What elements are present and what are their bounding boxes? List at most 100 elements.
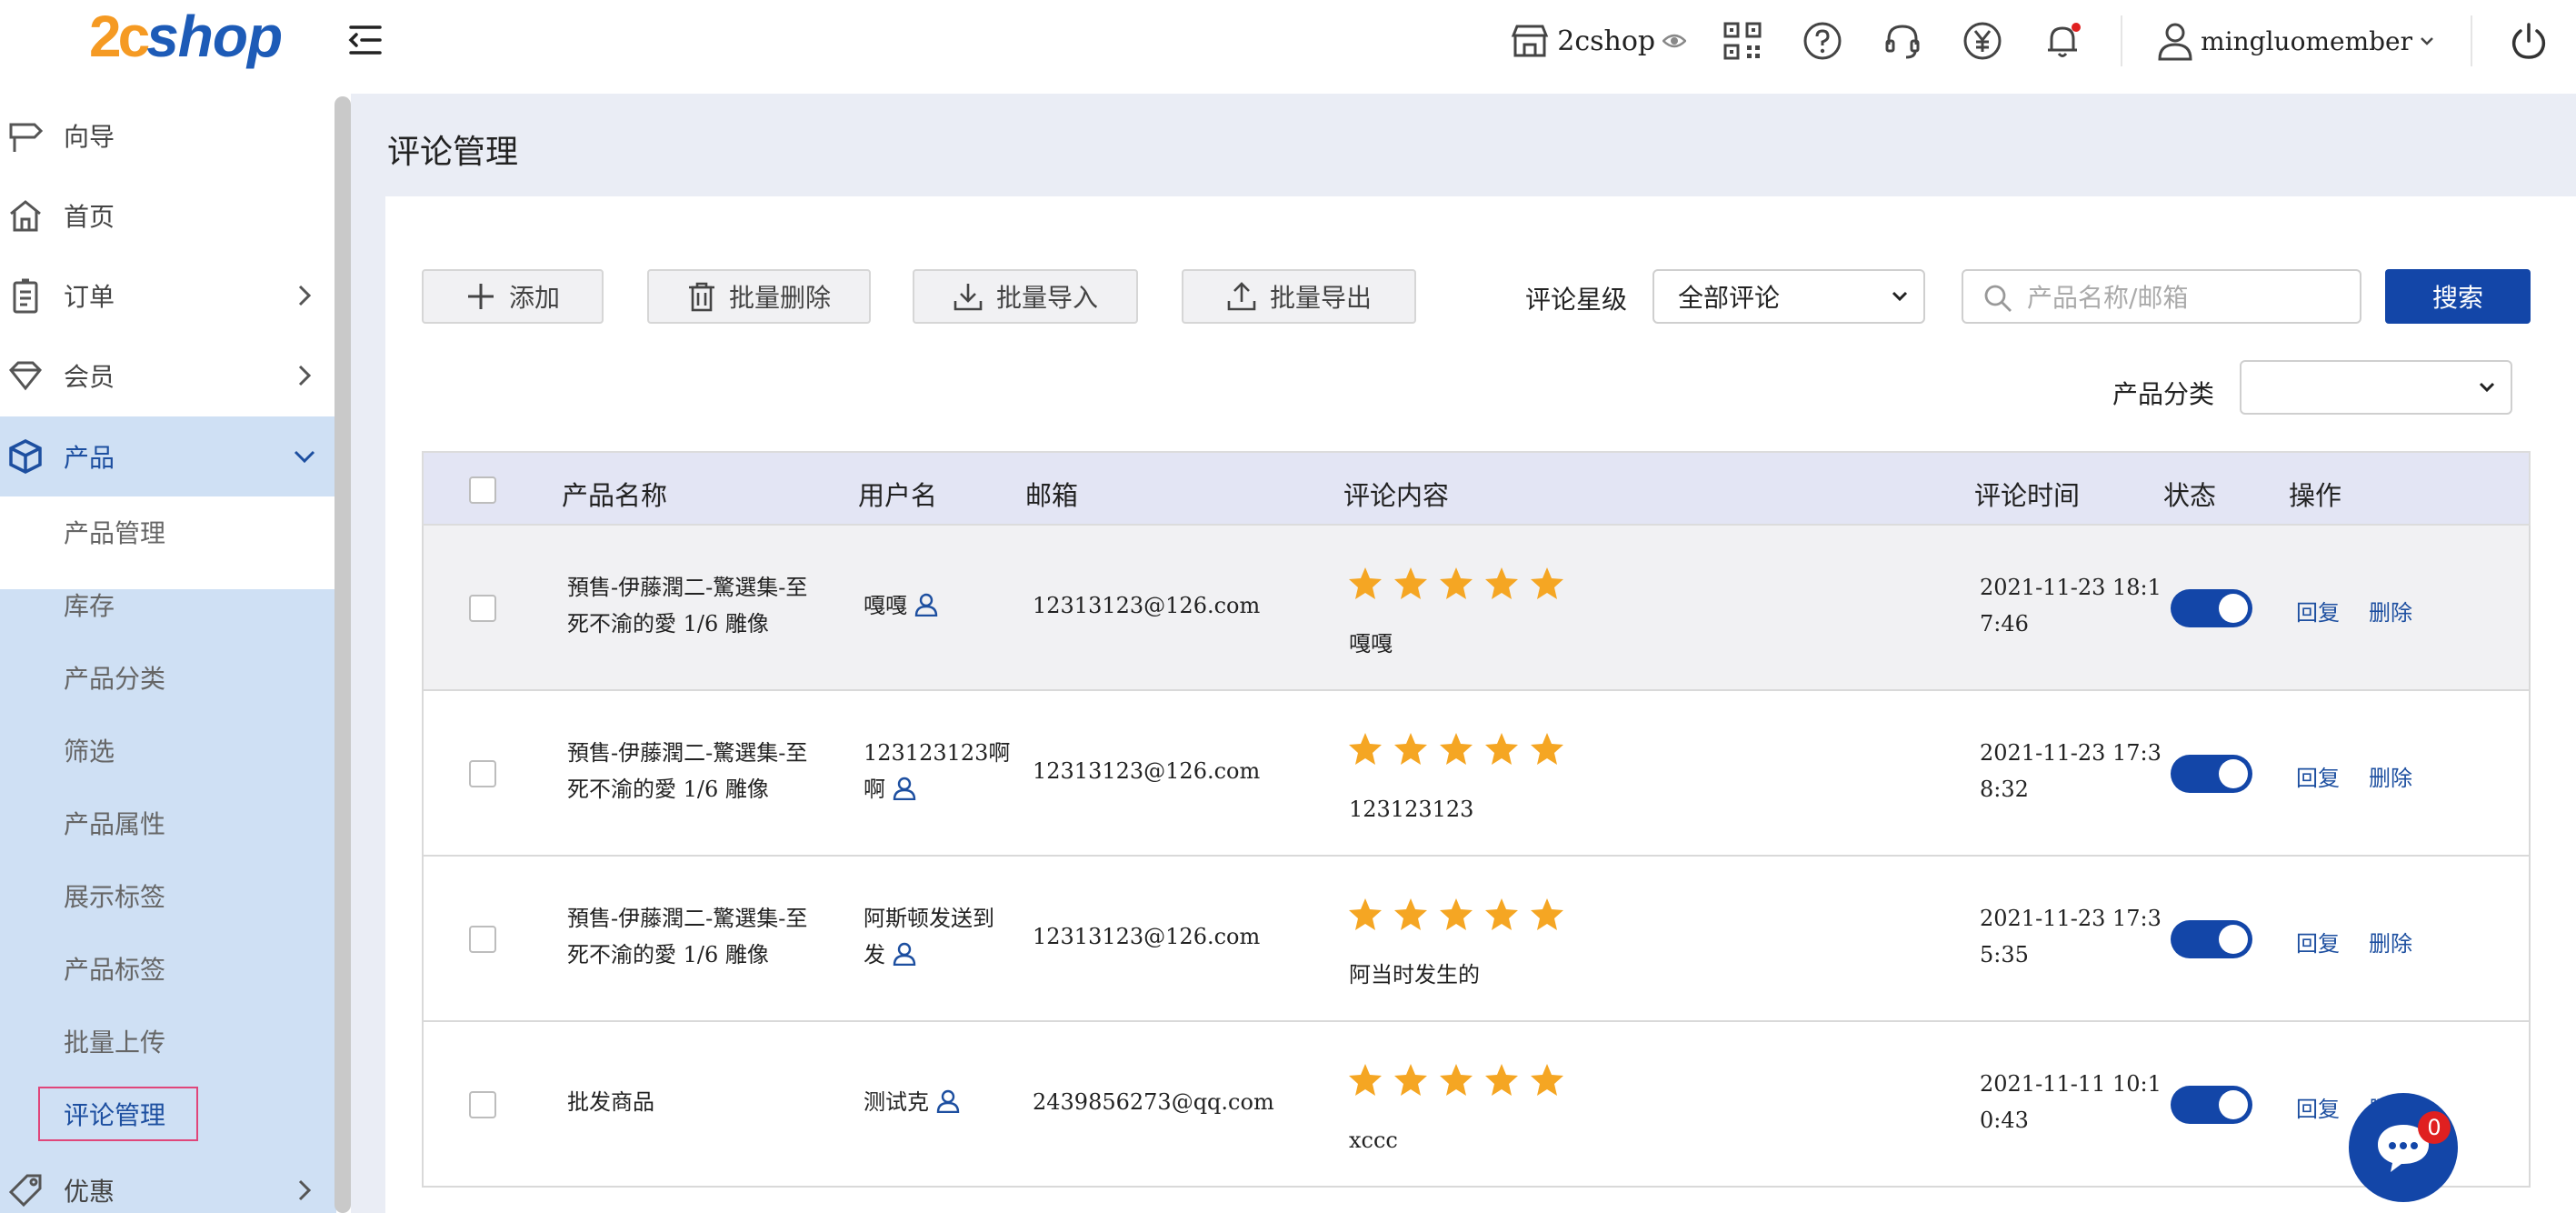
row-checkbox[interactable] xyxy=(469,926,496,953)
sidebar-item-products[interactable]: 产品 xyxy=(0,416,336,496)
logo[interactable]: 2c shop xyxy=(89,0,283,73)
time-line: 5:35 xyxy=(1980,942,2029,967)
batch-export-label: 批量导出 xyxy=(1269,283,1372,313)
store-name: 2cshop xyxy=(1557,25,1656,57)
comment-text: xccc xyxy=(1349,1128,1398,1153)
logo-prefix: 2c xyxy=(89,4,150,69)
row-checkbox[interactable] xyxy=(469,1091,496,1118)
reply-link[interactable]: 回复 xyxy=(2296,760,2340,792)
status-toggle[interactable] xyxy=(2171,920,2252,958)
power-icon[interactable] xyxy=(2507,19,2551,63)
star-icon xyxy=(1531,1064,1563,1096)
sidebar-scrollbar[interactable] xyxy=(334,96,351,1213)
help-icon[interactable] xyxy=(1801,19,1844,63)
reply-link[interactable]: 回复 xyxy=(2296,926,2340,957)
product-name-line: 死不渝的愛 1/6 雕像 xyxy=(567,942,769,967)
person-icon[interactable] xyxy=(893,777,916,800)
menu-collapse-icon[interactable] xyxy=(345,20,385,60)
sidebar-subitem[interactable]: 产品管理 xyxy=(64,509,165,555)
reply-link[interactable]: 回复 xyxy=(2296,1091,2340,1123)
batch-export-button[interactable]: 批量导出 xyxy=(1182,269,1416,324)
batch-delete-button[interactable]: 批量删除 xyxy=(647,269,871,324)
column-header-product: 产品名称 xyxy=(562,480,668,511)
email: 12313123@126.com xyxy=(1033,758,1261,784)
star-icon xyxy=(1349,1064,1382,1096)
sidebar-item-label: 向导 xyxy=(64,122,115,152)
chevron-right-icon xyxy=(298,285,312,306)
batch-import-button[interactable]: 批量导入 xyxy=(913,269,1138,324)
sidebar-subitem[interactable]: 产品分类 xyxy=(64,655,165,700)
sidebar-item-promotions[interactable]: 优惠 xyxy=(0,1150,336,1213)
page-title: 评论管理 xyxy=(387,134,519,171)
toggle-knob xyxy=(2219,759,2248,788)
comment-text: 123123123 xyxy=(1349,797,1474,822)
toggle-knob xyxy=(2219,594,2248,623)
time-line: 2021-11-23 17:3 xyxy=(1980,740,2162,766)
chat-badge: 0 xyxy=(2418,1111,2451,1144)
sidebar-item-orders[interactable]: 订单 xyxy=(0,256,336,336)
select-all-checkbox[interactable] xyxy=(469,476,496,504)
sidebar-subitem[interactable]: 库存 xyxy=(64,582,115,627)
delete-link[interactable]: 删除 xyxy=(2369,926,2412,957)
email: 12313123@126.com xyxy=(1033,593,1261,618)
star-icon xyxy=(1349,898,1382,930)
rating-filter-label: 评论星级 xyxy=(1525,285,1628,315)
sidebar-subitem[interactable]: 筛选 xyxy=(64,727,115,773)
comment-time: 2021-11-23 17:3 5:35 xyxy=(1980,900,2162,973)
store-icon xyxy=(1512,25,1549,57)
chat-button[interactable]: 0 xyxy=(2349,1093,2458,1202)
rating-select-value: 全部评论 xyxy=(1678,283,1781,313)
star-icon xyxy=(1485,567,1518,599)
email: 12313123@126.com xyxy=(1033,924,1261,949)
bell-icon[interactable] xyxy=(2041,19,2084,63)
status-toggle[interactable] xyxy=(2171,589,2252,627)
star-icon xyxy=(1394,567,1427,599)
reply-link[interactable]: 回复 xyxy=(2296,595,2340,627)
row-checkbox[interactable] xyxy=(469,760,496,787)
column-header-time: 评论时间 xyxy=(1974,480,2081,511)
add-button[interactable]: 添加 xyxy=(422,269,604,324)
username-text: 123123123啊 xyxy=(864,740,1011,766)
sidebar-subitem[interactable]: 展示标签 xyxy=(64,873,165,918)
sidebar-subitem[interactable]: 批量上传 xyxy=(64,1018,165,1064)
eye-icon xyxy=(1662,34,1687,48)
user-menu[interactable]: mingluomember xyxy=(2157,21,2434,61)
comment-text: 嘎嘎 xyxy=(1349,631,1393,657)
status-toggle[interactable] xyxy=(2171,755,2252,793)
delete-link[interactable]: 删除 xyxy=(2369,595,2412,627)
product-name[interactable]: 預售-伊藤潤二-驚選集-至 死不渝的愛 1/6 雕像 xyxy=(567,900,807,973)
qrcode-icon[interactable] xyxy=(1721,19,1764,63)
headset-icon[interactable] xyxy=(1881,19,1924,63)
person-icon[interactable] xyxy=(914,593,938,617)
sidebar-item-guide[interactable]: 向导 xyxy=(0,95,336,175)
star-icon xyxy=(1531,898,1563,930)
search-button[interactable]: 搜索 xyxy=(2385,269,2531,324)
delete-link[interactable]: 删除 xyxy=(2369,760,2412,792)
search-input[interactable]: 产品名称/邮箱 xyxy=(1962,269,2361,324)
row-checkbox[interactable] xyxy=(469,595,496,622)
comment-time: 2021-11-23 17:3 8:32 xyxy=(1980,735,2162,807)
product-name-line: 預售-伊藤潤二-驚選集-至 xyxy=(567,906,808,931)
product-name[interactable]: 預售-伊藤潤二-驚選集-至 死不渝的愛 1/6 雕像 xyxy=(567,735,807,807)
download-icon xyxy=(954,284,983,311)
column-header-comment: 评论内容 xyxy=(1343,480,1450,511)
category-select[interactable] xyxy=(2240,360,2512,415)
sidebar-item-home[interactable]: 首页 xyxy=(0,175,336,256)
product-name[interactable]: 預售-伊藤潤二-驚選集-至 死不渝的愛 1/6 雕像 xyxy=(567,569,807,642)
star-icon xyxy=(1394,1064,1427,1096)
batch-delete-label: 批量删除 xyxy=(728,283,831,313)
sidebar-subitem[interactable]: 产品属性 xyxy=(64,800,165,846)
product-name[interactable]: 批发商品 xyxy=(567,1084,654,1120)
sidebar-item-members[interactable]: 会员 xyxy=(0,336,336,416)
currency-icon[interactable] xyxy=(1961,19,2004,63)
status-toggle[interactable] xyxy=(2171,1086,2252,1124)
person-icon[interactable] xyxy=(893,942,916,966)
store-link[interactable]: 2cshop xyxy=(1510,23,1687,59)
person-icon[interactable] xyxy=(936,1089,960,1113)
rating-select[interactable]: 全部评论 xyxy=(1652,269,1925,324)
clipboard-icon xyxy=(5,276,45,316)
sidebar-subitem-reviews[interactable]: 评论管理 xyxy=(38,1087,198,1141)
email: 2439856273@qq.com xyxy=(1033,1089,1274,1115)
sidebar-subitem[interactable]: 产品标签 xyxy=(64,946,165,991)
username-text: 啊 xyxy=(864,777,885,802)
